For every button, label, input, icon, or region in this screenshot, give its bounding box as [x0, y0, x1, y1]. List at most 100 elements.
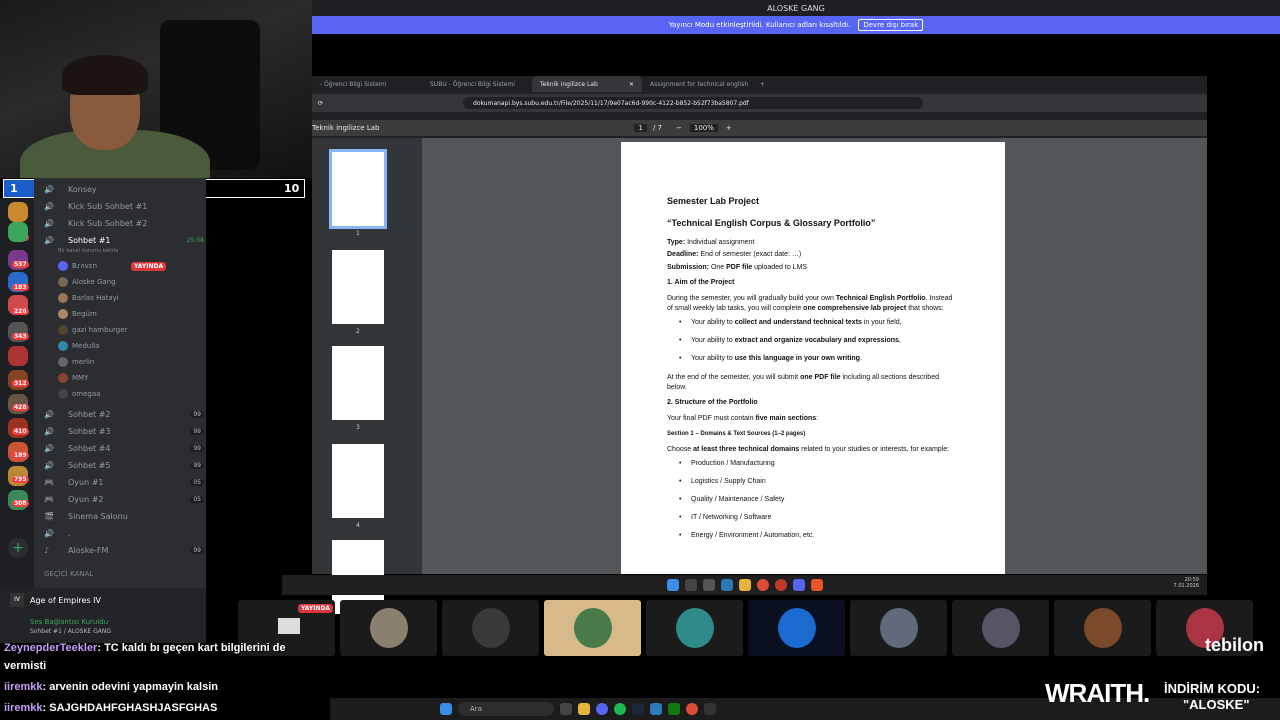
windows-start-icon[interactable]	[666, 579, 679, 591]
game-icon[interactable]	[704, 703, 716, 715]
speaker-icon: 🔊	[44, 410, 54, 419]
voice-channel[interactable]: 🎮 Oyun #1 05	[44, 475, 204, 490]
participant-tile[interactable]	[748, 600, 845, 656]
participant-tile[interactable]	[544, 600, 641, 656]
voice-channel[interactable]: 🔊.	[44, 526, 204, 541]
page-number-input[interactable]: 1	[634, 124, 647, 132]
subscriber-count-left: 1	[4, 180, 34, 197]
app-icon[interactable]	[560, 703, 572, 715]
voice-status[interactable]: Ses Bağlantısı Kuruldu	[30, 618, 108, 626]
voice-channel[interactable]: 🎮 Oyun #2 05	[44, 492, 204, 507]
voice-channel[interactable]: 🔊 Kick Sub Sohbet #1	[44, 199, 204, 214]
discord-icon[interactable]	[792, 579, 805, 591]
chrome-icon[interactable]	[686, 703, 698, 715]
chrome-icon[interactable]	[756, 579, 769, 591]
unread-badge: 312	[12, 380, 29, 387]
participant-tile[interactable]	[850, 600, 947, 656]
avatar	[58, 261, 68, 271]
voice-user[interactable]: Medulla	[58, 339, 99, 353]
edge-icon[interactable]	[650, 703, 662, 715]
voice-channel[interactable]: 🎬 Sinema Salonu	[44, 509, 204, 524]
gamepad-icon: 🎮	[44, 478, 54, 487]
unread-badge: 795	[12, 476, 29, 483]
streamer-mode-banner: Yayıncı Modu etkinleştirildi. Kullanıcı …	[312, 16, 1280, 34]
xbox-icon[interactable]	[668, 703, 680, 715]
server-icon[interactable]	[8, 202, 28, 222]
windows-start-icon[interactable]	[440, 703, 452, 715]
participant-tile[interactable]	[646, 600, 743, 656]
list-item: Quality / Maintenance / Safety	[679, 496, 959, 503]
participant-tile[interactable]	[952, 600, 1049, 656]
reload-icon[interactable]: ⟳	[318, 100, 323, 107]
participant-tile[interactable]	[1054, 600, 1151, 656]
voice-user[interactable]: Aloske Gang	[58, 275, 116, 289]
taskbar-search[interactable]: Ara	[458, 702, 554, 716]
brave-icon[interactable]	[810, 579, 823, 591]
participant-strip: YAYINDA	[238, 600, 1280, 656]
page-thumbnail[interactable]	[332, 250, 384, 324]
zoom-in-button[interactable]: +	[726, 124, 732, 132]
pdf-toolbar: Teknik ingilizce Lab 1 / 7 − 100% +	[312, 120, 1207, 136]
speaker-icon: 🔊	[44, 202, 54, 211]
participant-tile[interactable]	[442, 600, 539, 656]
page-thumbnail[interactable]	[329, 149, 387, 229]
section-heading: 1. Aim of the Project	[667, 279, 735, 287]
voice-channel[interactable]: 🔊 Sohbet #3 99	[44, 424, 204, 439]
voice-user[interactable]: gazi hamburger	[58, 323, 127, 337]
voice-channel[interactable]: 🔊 Konsey	[44, 182, 204, 197]
voice-channel[interactable]: 🔊 Sohbet #2 99	[44, 407, 204, 422]
voice-user[interactable]: Begüm	[58, 307, 97, 321]
unread-badge: 183	[12, 284, 29, 291]
paragraph: Choose at least three technical domains …	[667, 445, 950, 453]
page-thumbnail[interactable]	[332, 444, 384, 518]
voice-user[interactable]: MMY	[58, 371, 88, 385]
category-header[interactable]: GEÇİCİ KANAL	[44, 570, 93, 578]
search-icon[interactable]	[684, 579, 697, 591]
voice-channel-name: Sohbet #1 / ALOSKE GANG	[30, 628, 112, 635]
pdf-viewer: 1 2 3 4 Semester Lab Project “Technical …	[312, 138, 1207, 614]
live-badge: YAYINDA	[298, 604, 334, 613]
steam-icon[interactable]	[632, 703, 644, 715]
voice-channel[interactable]: 🔊 Sohbet #4 99	[44, 441, 204, 456]
list-item: Your ability to use this language in you…	[679, 355, 959, 362]
unread-badge: 537	[12, 261, 29, 268]
folder-icon[interactable]	[578, 703, 590, 715]
browser-tab[interactable]: SUBU - Öğrenci Bilgi Sistemi	[422, 76, 532, 92]
pdf-title: Teknik ingilizce Lab	[312, 124, 380, 132]
voice-user[interactable]: omegaa	[58, 387, 100, 401]
page-thumbnail[interactable]	[332, 346, 384, 420]
app-icon[interactable]	[720, 579, 733, 591]
list-item: Energy / Environment / Automation, etc.	[679, 532, 959, 539]
browser-tab-active[interactable]: Teknik ingilizce Lab ✕	[532, 76, 642, 92]
task-view-icon[interactable]	[702, 579, 715, 591]
new-tab-icon[interactable]: +	[752, 76, 772, 92]
list-item: Your ability to extract and organize voc…	[679, 337, 959, 344]
close-icon[interactable]: ✕	[629, 81, 634, 88]
voice-channel[interactable]: 🔊 Kick Sub Sohbet #2	[44, 216, 204, 231]
voice-user[interactable]: Barlas Hatayi	[58, 291, 119, 305]
browser-tab[interactable]: Assignment for technical english	[642, 76, 752, 92]
opera-icon[interactable]	[774, 579, 787, 591]
participant-tile[interactable]	[340, 600, 437, 656]
activity-card[interactable]: IV Age of Empires IV	[0, 588, 206, 612]
zoom-level[interactable]: 100%	[689, 124, 718, 132]
discord-icon[interactable]	[596, 703, 608, 715]
voice-channel[interactable]: 🔊 Sohbet #5 99	[44, 458, 204, 473]
spotify-icon[interactable]	[614, 703, 626, 715]
voice-channel-active[interactable]: 🔊 Sohbet #1 25:08	[44, 233, 204, 248]
voice-channel[interactable]: ♪ Aloske-FM 99	[44, 543, 204, 558]
add-server-icon[interactable]: +	[8, 538, 28, 558]
voice-user[interactable]: merlin	[58, 355, 94, 369]
browser-tab[interactable]: - Öğrenci Bilgi Sistemi	[312, 76, 422, 92]
voice-user[interactable]: Bɾʌvɛn YAYINDA	[58, 259, 167, 273]
disable-streamer-mode-button[interactable]: Devre dışı bırak	[858, 19, 924, 31]
zoom-out-button[interactable]: −	[676, 124, 682, 132]
server-icon[interactable]	[8, 346, 28, 366]
url-input[interactable]: dokumanapi.bys.subu.edu.tr/File/2025/11/…	[463, 97, 924, 109]
tab-strip: - Öğrenci Bilgi Sistemi SUBU - Öğrenci B…	[312, 76, 1207, 92]
server-icon[interactable]	[8, 222, 28, 242]
clock[interactable]: 20:59 7.01.2026	[1174, 577, 1199, 589]
channel-status[interactable]: Bir kanal durumu belirle	[58, 248, 118, 254]
list-item: IT / Networking / Software	[679, 514, 959, 521]
folder-icon[interactable]	[738, 579, 751, 591]
